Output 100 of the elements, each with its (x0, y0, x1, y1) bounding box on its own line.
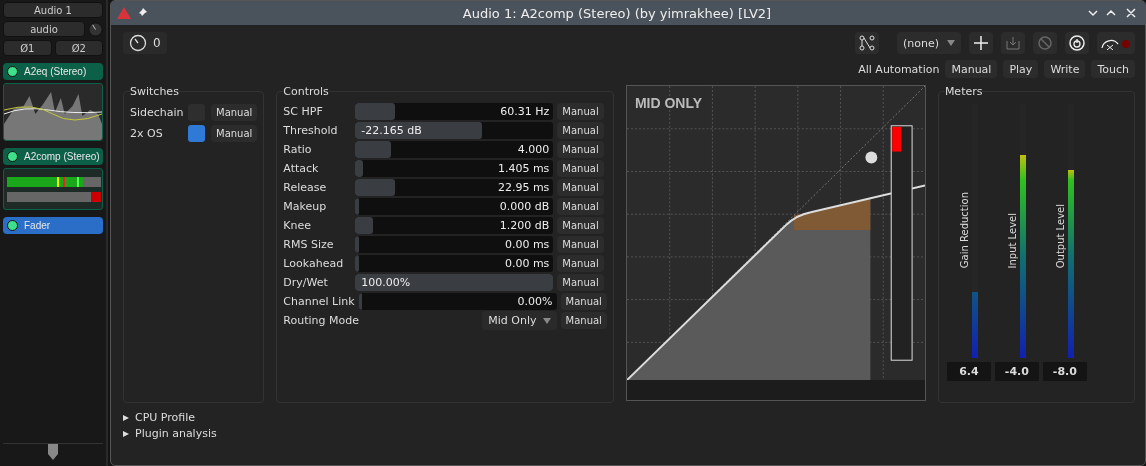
mode-button[interactable]: Manual (211, 104, 258, 121)
slider-value: -22.165 dB (361, 123, 423, 139)
panel-title: Controls (283, 85, 329, 98)
mode-button[interactable]: Manual (560, 293, 607, 310)
timer-icon (129, 34, 147, 52)
plugin-header[interactable]: Fader (3, 217, 103, 234)
slider-value: 0.00 ms (503, 256, 550, 272)
value-slider[interactable]: 1.405 ms (355, 160, 554, 177)
plugin-led-icon[interactable] (7, 151, 18, 162)
bypass-button[interactable] (1033, 32, 1057, 54)
plugin-header[interactable]: A2comp (Stereo) (3, 148, 103, 165)
plugin-name: Fader (24, 220, 51, 231)
control-label: Ratio (283, 143, 313, 156)
latency-counter[interactable]: 0 (123, 32, 167, 54)
control-label: Release (283, 181, 328, 194)
mode-button[interactable]: Manual (557, 255, 604, 272)
control-label: RMS Size (283, 238, 335, 251)
panel-title: Switches (130, 85, 179, 98)
automation-label: All Automation (858, 62, 940, 76)
plugin-led-icon[interactable] (7, 220, 18, 231)
plugin-name: A2comp (Stereo) (24, 151, 100, 162)
value-slider[interactable]: -22.165 dB (355, 122, 554, 139)
slider-value: 1.200 dB (498, 218, 550, 234)
phase-button[interactable]: Ø2 (54, 40, 103, 56)
mode-button[interactable]: Manual (557, 141, 604, 158)
mode-button[interactable]: Manual (557, 274, 604, 291)
counter-value: 0 (153, 36, 161, 50)
meter-reading: -8.0 (1042, 362, 1087, 381)
mode-button[interactable]: Manual (211, 125, 258, 142)
meter-label: Output Level (1055, 203, 1067, 268)
panel-title: Meters (944, 85, 983, 98)
plugin-name: A2eq (Stereo) (24, 66, 87, 77)
plugin-led-icon[interactable] (7, 66, 18, 77)
slider-value: 0.00 ms (503, 237, 550, 253)
meter-label: Input Level (1007, 212, 1019, 268)
switch-label: 2x OS (130, 127, 164, 140)
window-controls-icon[interactable] (1087, 7, 1139, 19)
value-slider[interactable]: 60.31 Hz (355, 103, 554, 120)
control-label: Lookahead (283, 257, 345, 270)
signal-dot (865, 151, 878, 164)
switch-label: Sidechain (130, 106, 182, 119)
automation-button[interactable]: Manual (945, 60, 998, 78)
mode-button[interactable]: Manual (557, 198, 604, 215)
gauge-button[interactable] (1097, 32, 1135, 54)
slider-value: 4.000 (516, 142, 550, 158)
slider-value: 100.00% (361, 275, 412, 291)
meter-label: Gain Reduction (959, 191, 971, 268)
control-label: Threshold (283, 124, 339, 137)
mode-button[interactable]: Manual (557, 160, 604, 177)
caret-icon (542, 317, 551, 324)
mode-button[interactable]: Manual (557, 103, 604, 120)
section-toggle[interactable]: Plugin analysis (123, 427, 1135, 440)
mode-button[interactable]: Manual (557, 179, 604, 196)
mode-button[interactable]: Manual (557, 217, 604, 234)
plugin-header[interactable]: A2eq (Stereo) (3, 63, 103, 80)
value-slider[interactable]: 0.000 dB (355, 198, 554, 215)
routing-button[interactable] (854, 32, 879, 54)
control-label: SC HPF (283, 105, 324, 118)
value-slider[interactable]: 0.00% (358, 293, 557, 310)
value-slider[interactable]: 0.00 ms (355, 255, 554, 272)
download-icon (1006, 36, 1020, 50)
slider-value: 60.31 Hz (499, 104, 550, 120)
power-button[interactable] (1065, 32, 1089, 54)
fader-handle-icon[interactable] (48, 444, 58, 460)
value-slider[interactable]: 1.200 dB (355, 217, 554, 234)
control-label: Dry/Wet (283, 276, 329, 289)
mode-button[interactable]: Manual (557, 122, 604, 139)
control-label: Knee (283, 219, 313, 232)
track-name-button[interactable]: Audio 1 (3, 2, 103, 18)
mode-dropdown[interactable]: Mid Only (482, 311, 557, 330)
value-slider[interactable]: 4.000 (355, 141, 554, 158)
automation-button[interactable]: Write (1044, 60, 1086, 78)
value-slider[interactable]: 22.95 ms (355, 179, 554, 196)
control-label: Attack (283, 162, 320, 175)
input-button[interactable]: audio (3, 21, 85, 37)
window-title: Audio 1: A2comp (Stereo) (by yimrakhee) [LV2] (461, 5, 773, 21)
section-toggle[interactable]: CPU Profile (123, 411, 1135, 424)
value-slider[interactable]: 100.00% (355, 274, 554, 291)
preset-dropdown[interactable]: (none) (896, 32, 961, 54)
phase-button[interactable]: Ø1 (3, 40, 52, 56)
automation-button[interactable]: Touch (1091, 60, 1135, 78)
slider-value: 0.00% (516, 294, 553, 310)
mode-button[interactable]: Manual (560, 312, 607, 329)
slider-value: 0.000 dB (498, 199, 550, 215)
slider-value: 1.405 ms (496, 161, 550, 177)
mode-button[interactable]: Manual (557, 236, 604, 253)
transfer-curve[interactable] (625, 184, 926, 382)
slider-value: 22.95 ms (496, 180, 550, 196)
value-slider[interactable]: 0.00 ms (355, 236, 554, 253)
knob-icon[interactable] (88, 21, 103, 37)
caret-icon (947, 40, 955, 46)
pin-icon[interactable] (137, 8, 147, 18)
add-button[interactable] (969, 32, 993, 54)
control-label: Makeup (283, 200, 328, 213)
automation-button[interactable]: Play (1003, 60, 1039, 78)
routing-mode-label: MID ONLY (634, 95, 703, 111)
meter-reading: -4.0 (994, 362, 1039, 381)
meter-reading: 6.4 (946, 362, 991, 381)
control-label: Routing Mode (283, 314, 359, 327)
toggle-switch[interactable] (188, 125, 205, 142)
